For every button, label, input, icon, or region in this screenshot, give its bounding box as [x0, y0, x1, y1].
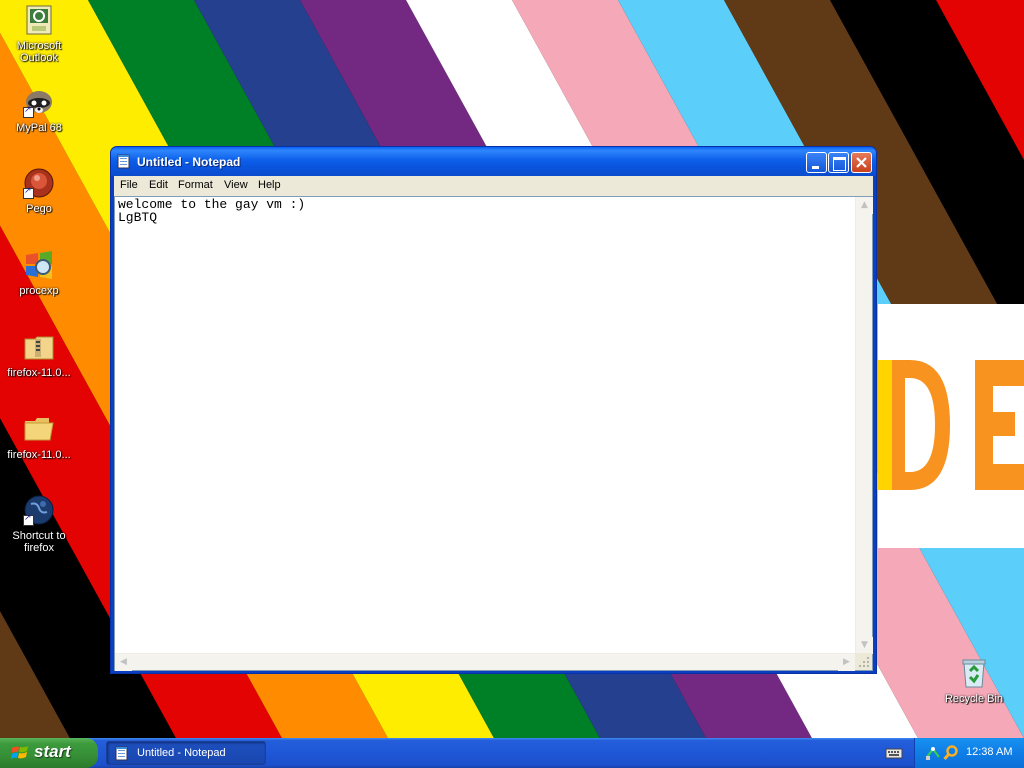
maximize-button[interactable] — [828, 152, 849, 173]
resize-grip-icon — [859, 657, 869, 667]
process-explorer-icon — [23, 249, 55, 281]
outlook-icon — [23, 4, 55, 36]
desktop-icon-firefox-zip[interactable]: firefox-11.0... — [1, 331, 77, 379]
zip-folder-icon — [23, 331, 55, 363]
resize-grip[interactable] — [855, 653, 872, 670]
system-tray: 12:38 AM — [914, 738, 1024, 768]
pego-icon — [23, 167, 55, 199]
desktop-icon-procexp[interactable]: procexp — [1, 249, 77, 297]
window-title: Untitled - Notepad — [137, 155, 241, 169]
shortcut-arrow-icon — [23, 513, 34, 526]
mypal-raccoon-icon — [23, 86, 55, 118]
windows-logo-icon — [11, 746, 28, 759]
menu-edit[interactable]: Edit — [149, 179, 168, 191]
menu-file[interactable]: File — [120, 179, 138, 191]
menu-bar: File Edit Format View Help — [114, 176, 873, 196]
folder-icon — [23, 413, 55, 445]
search-icon[interactable] — [943, 745, 959, 761]
shortcut-arrow-icon — [23, 186, 34, 199]
network-icon[interactable] — [925, 745, 941, 761]
close-icon — [856, 157, 867, 168]
menu-view[interactable]: View — [224, 179, 248, 191]
close-button[interactable] — [851, 152, 872, 173]
scroll-down-icon[interactable]: ▼ — [856, 637, 873, 654]
taskbar: start Untitled - Notepad 12:38 AM — [0, 738, 1024, 768]
minimize-button[interactable] — [806, 152, 827, 173]
menu-format[interactable]: Format — [178, 179, 213, 191]
scroll-left-icon[interactable]: ◀ — [115, 654, 132, 671]
vertical-scrollbar[interactable]: ▲ ▼ — [855, 197, 873, 654]
scroll-right-icon[interactable]: ▶ — [838, 654, 855, 671]
menu-help[interactable]: Help — [258, 179, 281, 191]
shortcut-arrow-icon — [23, 105, 34, 118]
notepad-icon — [115, 746, 128, 761]
desktop-icon-pego[interactable]: Pego — [1, 167, 77, 215]
firefox-globe-icon — [23, 494, 55, 526]
notepad-window[interactable]: Untitled - Notepad File Edit Format View… — [110, 146, 877, 674]
window-titlebar[interactable]: Untitled - Notepad — [111, 147, 876, 176]
start-button[interactable]: start — [0, 738, 98, 768]
horizontal-scrollbar[interactable]: ◀ ▶ — [115, 653, 855, 671]
scroll-up-icon[interactable]: ▲ — [856, 197, 873, 214]
taskbar-button-label: Untitled - Notepad — [137, 747, 226, 759]
notepad-icon — [117, 154, 130, 169]
clock: 12:38 AM — [966, 746, 1013, 758]
document-text[interactable]: welcome to the gay vm :) LgBTQ — [118, 198, 305, 224]
desktop-icon-firefox-folder[interactable]: firefox-11.0... — [1, 413, 77, 461]
desktop-icon-firefox-shortcut[interactable]: Shortcut to firefox — [1, 494, 77, 554]
start-label: start — [34, 742, 71, 761]
desktop-icon-recycle-bin[interactable]: Recycle Bin — [936, 657, 1012, 705]
taskbar-button-notepad[interactable]: Untitled - Notepad — [106, 741, 266, 765]
text-editor[interactable]: welcome to the gay vm :) LgBTQ ▲ ▼ ◀ ▶ — [114, 196, 873, 671]
desktop-icon-outlook[interactable]: Microsoft Outlook — [1, 4, 77, 64]
keyboard-icon[interactable] — [885, 746, 903, 760]
desktop-icon-mypal[interactable]: MyPal 68 — [1, 86, 77, 134]
recycle-bin-icon — [958, 657, 990, 689]
